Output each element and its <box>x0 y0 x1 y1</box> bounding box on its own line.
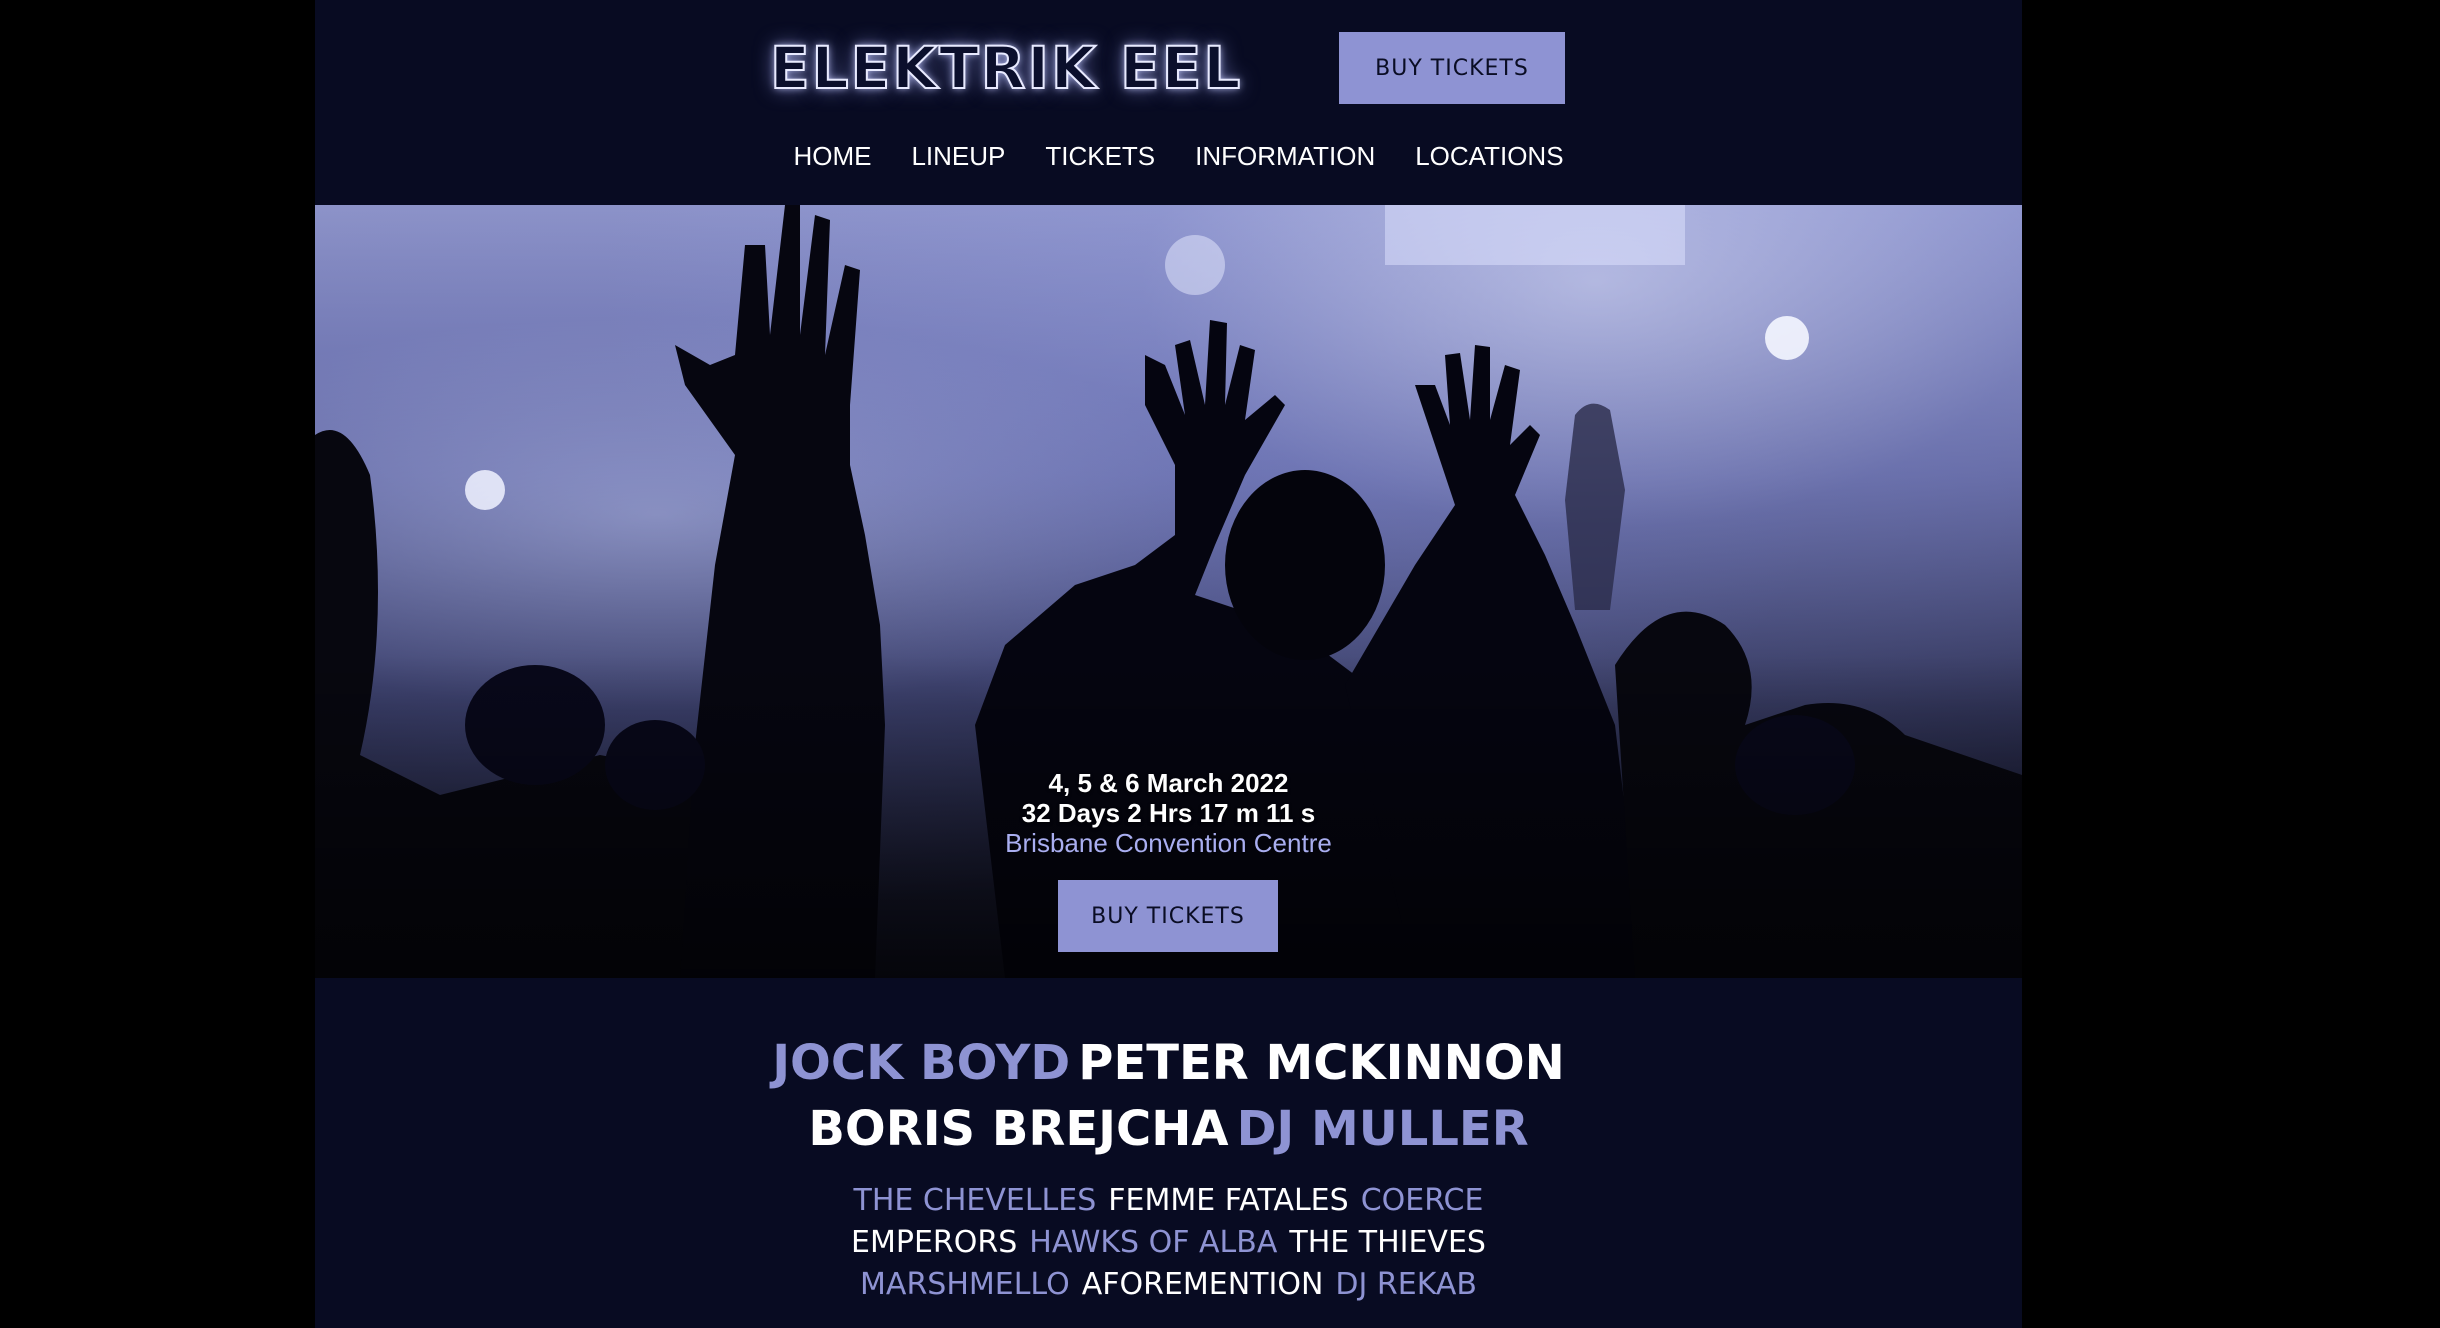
headliner-name[interactable]: BORIS BREJCHA <box>808 1101 1228 1157</box>
header-buy-tickets-button[interactable]: BUY TICKETS <box>1339 32 1565 104</box>
support-act-name[interactable]: FEMME FATALES <box>1108 1183 1348 1218</box>
headliner-name[interactable]: JOCK BOYD <box>772 1035 1070 1091</box>
support-act-name[interactable]: EMPERORS <box>851 1225 1017 1260</box>
headliner-name[interactable]: DJ MULLER <box>1237 1101 1529 1157</box>
site-logo[interactable]: ELEKTRIK EEL <box>769 28 1242 108</box>
page: ELEKTRIK EEL BUY TICKETS HOME LINEUP TIC… <box>315 0 2022 1328</box>
event-info: 4, 5 & 6 March 2022 32 Days 2 Hrs 17 m 1… <box>315 768 2022 858</box>
support-row: THE CHEVELLES FEMME FATALES COERCE <box>315 1180 2022 1222</box>
hero-buy-tickets-button[interactable]: BUY TICKETS <box>1058 880 1278 952</box>
nav-item-home[interactable]: HOME <box>793 136 871 176</box>
support-act-name[interactable]: HAWKS OF ALBA <box>1029 1225 1277 1260</box>
support-row: EMPERORS HAWKS OF ALBA THE THIEVES <box>315 1222 2022 1264</box>
main-nav: HOME LINEUP TICKETS INFORMATION LOCATION… <box>315 136 2022 176</box>
support-act-name[interactable]: COERCE <box>1361 1183 1484 1218</box>
support-act-name[interactable]: THE CHEVELLES <box>854 1183 1097 1218</box>
event-dates: 4, 5 & 6 March 2022 <box>1048 768 1289 798</box>
event-venue: Brisbane Convention Centre <box>1005 828 1332 858</box>
lineup-section: JOCK BOYD PETER MCKINNON BORIS BREJCHA DJ … <box>315 1030 2022 1306</box>
event-countdown: 32 Days 2 Hrs 17 m 11 s <box>1021 798 1316 828</box>
hero-banner: 4, 5 & 6 March 2022 32 Days 2 Hrs 17 m 1… <box>315 205 2022 978</box>
headliner-name[interactable]: PETER MCKINNON <box>1078 1035 1565 1091</box>
nav-item-locations[interactable]: LOCATIONS <box>1415 136 1563 176</box>
headliner-row: JOCK BOYD PETER MCKINNON <box>315 1030 2022 1096</box>
support-act-name[interactable]: MARSHMELLO <box>860 1267 1070 1302</box>
site-header: ELEKTRIK EEL BUY TICKETS HOME LINEUP TIC… <box>315 0 2022 205</box>
concert-crowd-image <box>315 205 2022 978</box>
support-act-name[interactable]: DJ REKAB <box>1335 1267 1477 1302</box>
support-act-name[interactable]: THE THIEVES <box>1289 1225 1486 1260</box>
support-row: MARSHMELLO AFOREMENTION DJ REKAB <box>315 1264 2022 1306</box>
nav-item-tickets[interactable]: TICKETS <box>1045 136 1155 176</box>
nav-item-information[interactable]: INFORMATION <box>1195 136 1375 176</box>
support-acts: THE CHEVELLES FEMME FATALES COERCE EMPEROR… <box>315 1180 2022 1306</box>
support-act-name[interactable]: AFOREMENTION <box>1082 1267 1324 1302</box>
headliner-row: BORIS BREJCHA DJ MULLER <box>315 1096 2022 1162</box>
nav-item-lineup[interactable]: LINEUP <box>911 136 1005 176</box>
